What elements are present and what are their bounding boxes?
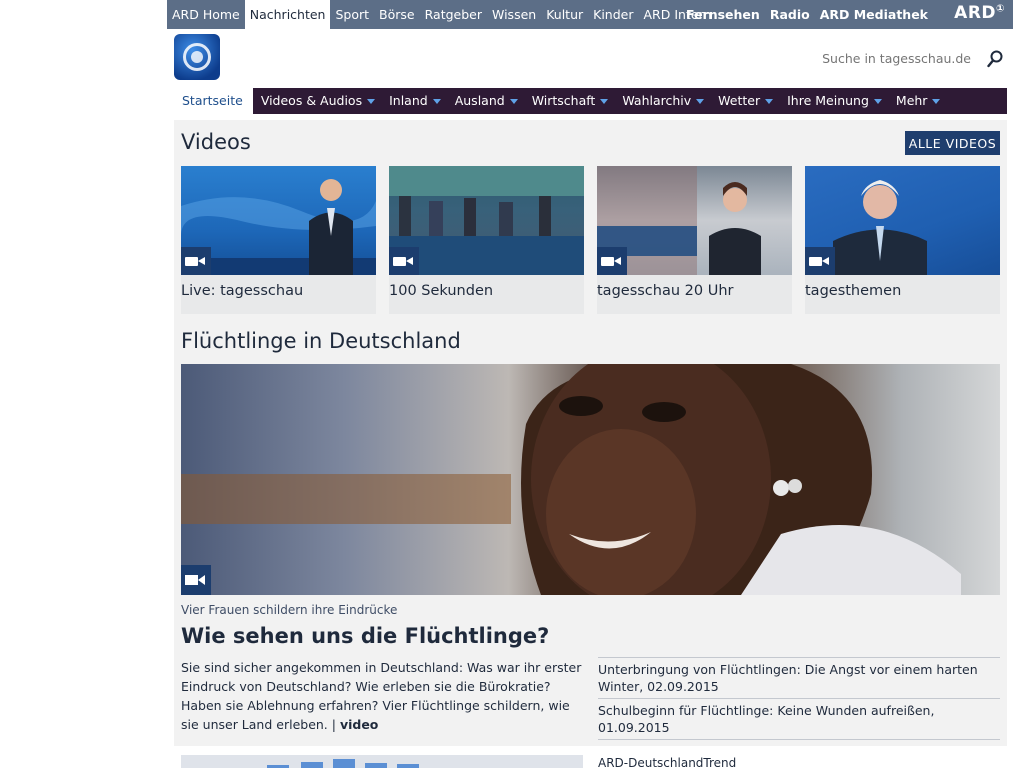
video-card[interactable]: 100 Sekunden (389, 166, 584, 314)
chevron-down-icon (509, 98, 518, 104)
feature-heading: Flüchtlinge in Deutschland (181, 329, 461, 353)
topbar-item-ard-mediathek[interactable]: ARD Mediathek (815, 0, 933, 29)
video-thumbnail (597, 166, 792, 275)
video-title: 100 Sekunden (389, 283, 494, 299)
video-camera-icon (597, 247, 627, 275)
video-thumbnail (805, 166, 1000, 275)
search-icon[interactable] (987, 50, 1003, 68)
video-camera-icon (181, 247, 211, 275)
nav-tab-label: Ausland (454, 93, 505, 108)
main-nav: Startseite Videos & Audios Inland Auslan… (175, 88, 1007, 114)
feature-image[interactable] (181, 364, 1000, 595)
ard-logo-text: ARD (954, 3, 997, 23)
video-card[interactable]: tagesthemen (805, 166, 1000, 314)
page: ARD Home Nachrichten Sport Börse Ratgebe… (167, 0, 1013, 770)
ard-topbar-left: ARD Home Nachrichten Sport Börse Ratgebe… (167, 0, 716, 29)
deutschlandtrend-thumbnail[interactable] (181, 755, 583, 768)
topbar-item-boerse[interactable]: Börse (374, 0, 420, 29)
topbar-item-fernsehen[interactable]: Fernsehen (681, 0, 765, 29)
chevron-down-icon (932, 98, 941, 104)
feature-image-illustration (181, 364, 961, 595)
nav-tab-mehr[interactable]: Mehr (888, 88, 947, 114)
tagesschau-logo-dot (191, 51, 203, 63)
video-thumbnail (181, 166, 376, 275)
videos-heading: Videos (181, 130, 251, 154)
chevron-down-icon (432, 98, 441, 104)
deutschlandtrend-thumbnail-bars (267, 759, 419, 768)
nav-tab-label: Wetter (718, 93, 761, 108)
video-camera-icon (805, 247, 835, 275)
feature-video-link[interactable]: video (340, 717, 378, 732)
related-list: Unterbringung von Flüchtlingen: Die Angs… (598, 657, 1000, 740)
nav-tab-label: Wirtschaft (531, 93, 596, 108)
nav-tab-label: Videos & Audios (260, 93, 363, 108)
chevron-down-icon (600, 98, 609, 104)
nav-tab-inland[interactable]: Inland (381, 88, 447, 114)
topbar-item-kinder[interactable]: Kinder (588, 0, 638, 29)
topbar-item-kultur[interactable]: Kultur (541, 0, 588, 29)
video-title: Live: tagesschau (181, 283, 304, 299)
feature-kicker: Vier Frauen schildern ihre Eindrücke (181, 603, 398, 617)
feature-headline[interactable]: Wie sehen uns die Flüchtlinge? (181, 624, 549, 648)
ard-topbar: ARD Home Nachrichten Sport Börse Ratgebe… (167, 0, 1013, 29)
video-title: tagesthemen (805, 283, 902, 299)
feature-teaser-text: Sie sind sicher angekommen in Deutschlan… (181, 660, 582, 732)
nav-tab-wetter[interactable]: Wetter (710, 88, 779, 114)
nav-tab-label: Inland (389, 93, 428, 108)
video-thumbnail (389, 166, 584, 275)
nav-tab-ausland[interactable]: Ausland (447, 88, 524, 114)
feature-teaser: Sie sind sicher angekommen in Deutschlan… (181, 658, 586, 734)
topbar-item-nachrichten[interactable]: Nachrichten (244, 0, 331, 29)
tagesschau-logo[interactable] (174, 34, 220, 80)
ard-logo-one-icon: ① (996, 3, 1005, 15)
chevron-down-icon (696, 98, 705, 104)
chevron-down-icon (873, 98, 882, 104)
topbar-item-wissen[interactable]: Wissen (487, 0, 541, 29)
all-videos-button[interactable]: ALLE VIDEOS (905, 131, 1000, 155)
topbar-item-sport[interactable]: Sport (330, 0, 374, 29)
related-link[interactable]: Schulbeginn für Flüchtlinge: Keine Wunde… (598, 698, 1000, 740)
nav-tab-label: Ihre Meinung (787, 93, 869, 108)
topbar-item-ratgeber[interactable]: Ratgeber (420, 0, 487, 29)
chevron-down-icon (367, 98, 376, 104)
video-camera-icon (181, 565, 211, 595)
ard-topbar-right: Fernsehen Radio ARD Mediathek (681, 0, 933, 29)
video-title: tagesschau 20 Uhr (597, 283, 734, 299)
video-card[interactable]: Live: tagesschau (181, 166, 376, 314)
related-link[interactable]: Unterbringung von Flüchtlingen: Die Angs… (598, 657, 1000, 698)
video-camera-icon (389, 247, 419, 275)
nav-tab-label: Wahlarchiv (622, 93, 692, 108)
nav-tab-videos-audios[interactable]: Videos & Audios (253, 88, 381, 114)
nav-tab-wahlarchiv[interactable]: Wahlarchiv (614, 88, 710, 114)
topbar-item-radio[interactable]: Radio (765, 0, 815, 29)
search-input[interactable] (811, 51, 971, 66)
nav-tab-wirtschaft[interactable]: Wirtschaft (524, 88, 615, 114)
nav-tab-label: Mehr (895, 93, 928, 108)
chevron-down-icon (765, 98, 774, 104)
ard-logo[interactable]: ARD① (954, 3, 1005, 23)
nav-tab-startseite[interactable]: Startseite (175, 88, 253, 114)
topbar-item-ard-home[interactable]: ARD Home (167, 0, 245, 29)
video-card[interactable]: tagesschau 20 Uhr (597, 166, 792, 314)
nav-tab-ihre-meinung[interactable]: Ihre Meinung (779, 88, 888, 114)
